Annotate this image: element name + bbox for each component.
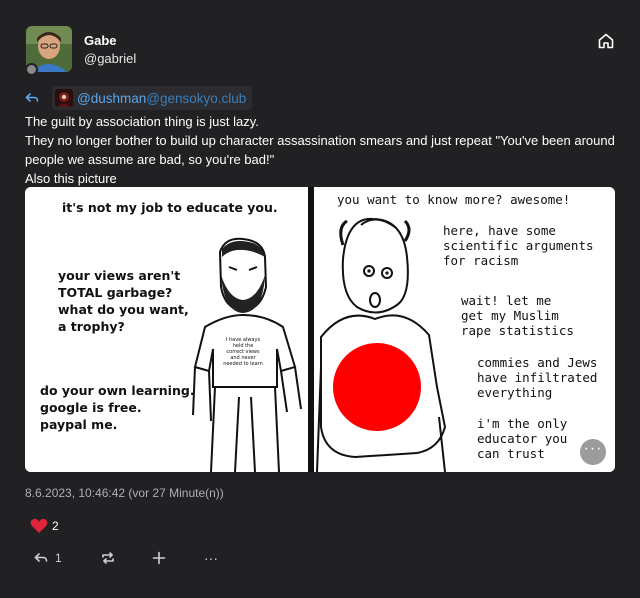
comic-left-speech: do your own learning. google is free. pa… bbox=[40, 382, 195, 433]
comic-text-line: educator you bbox=[477, 431, 568, 446]
comic-right-title: you want to know more? awesome! bbox=[337, 192, 571, 207]
comic-left-speech: your views aren't TOTAL garbage? what do… bbox=[58, 267, 189, 335]
comic-right-speech: wait! let me get my Muslim rape statisti… bbox=[461, 293, 574, 338]
comic-text-line: rape statistics bbox=[461, 323, 574, 338]
comic-text-line: TOTAL garbage? bbox=[58, 285, 173, 300]
comic-right-speech: here, have some scientific arguments for… bbox=[443, 223, 594, 268]
post-line: Also this picture bbox=[25, 171, 117, 186]
presence-indicator bbox=[25, 63, 38, 76]
comic-right-speech: commies and Jews have infiltrated everyt… bbox=[477, 355, 597, 400]
author-handle[interactable]: @gabriel bbox=[84, 51, 136, 66]
comic-text-line: everything bbox=[477, 385, 553, 400]
home-icon[interactable] bbox=[597, 32, 615, 50]
post-content: The guilt by association thing is just l… bbox=[25, 112, 625, 188]
comic-text-line: commies and Jews bbox=[477, 355, 598, 370]
mention-link[interactable]: @dushman @gensokyo.club bbox=[52, 86, 253, 110]
comic-text-line: a trophy? bbox=[58, 319, 125, 334]
post-line: They no longer bother to build up charac… bbox=[25, 133, 615, 167]
comic-text-line: have infiltrated bbox=[477, 370, 598, 385]
reply-button[interactable]: 1 bbox=[33, 549, 62, 567]
comic-text-line: wait! let me bbox=[461, 293, 552, 308]
mention-avatar bbox=[55, 89, 73, 107]
reaction-count: 2 bbox=[52, 519, 59, 533]
comic-text-line: google is free. bbox=[40, 400, 142, 415]
comic-text-line: scientific arguments bbox=[443, 238, 594, 253]
mention-host[interactable]: @gensokyo.club bbox=[146, 91, 246, 106]
plus-icon bbox=[152, 551, 166, 565]
media-attachment[interactable]: it's not my job to educate you. your vie… bbox=[25, 187, 615, 472]
reply-icon bbox=[34, 553, 48, 562]
mention-name[interactable]: @dushman bbox=[77, 91, 146, 106]
heart-reaction[interactable]: 2 bbox=[30, 518, 59, 534]
author-display-name[interactable]: Gabe bbox=[84, 33, 117, 48]
reply-context: @dushman @gensokyo.club bbox=[24, 86, 253, 110]
more-options-button[interactable]: ··· bbox=[204, 549, 218, 567]
comic-text-line: here, have some bbox=[443, 223, 556, 238]
add-reaction-button[interactable] bbox=[152, 549, 166, 567]
comic-text-line: get my Muslim bbox=[461, 308, 559, 323]
comic-shirt-text: I have always held the correct views and… bbox=[221, 337, 265, 367]
comic-text-line: i'm the only bbox=[477, 416, 568, 431]
comic-text-line: what do you want, bbox=[58, 302, 189, 317]
comic-text-line: paypal me. bbox=[40, 417, 118, 432]
comic-text-line: needed to learn bbox=[223, 361, 263, 367]
boost-button[interactable] bbox=[100, 549, 116, 567]
comic-left-title: it's not my job to educate you. bbox=[62, 200, 278, 215]
post-timestamp[interactable]: 8.6.2023, 10:46:42 (vor 27 Minute(n)) bbox=[25, 486, 224, 500]
comic-text-line: for racism bbox=[443, 253, 519, 268]
post-line: The guilt by association thing is just l… bbox=[25, 114, 259, 129]
reply-icon bbox=[24, 90, 40, 106]
comic-right-speech: i'm the only educator you can trust bbox=[477, 416, 567, 461]
reply-count: 1 bbox=[55, 551, 62, 565]
redaction-circle bbox=[333, 343, 421, 431]
heart-icon bbox=[30, 518, 48, 533]
comic-text-line: your views aren't bbox=[58, 268, 181, 283]
repeat-icon bbox=[102, 552, 114, 564]
comic-text-line: do your own learning. bbox=[40, 383, 195, 398]
media-options-button[interactable]: ··· bbox=[580, 439, 606, 465]
comic-text-line: can trust bbox=[477, 446, 545, 461]
